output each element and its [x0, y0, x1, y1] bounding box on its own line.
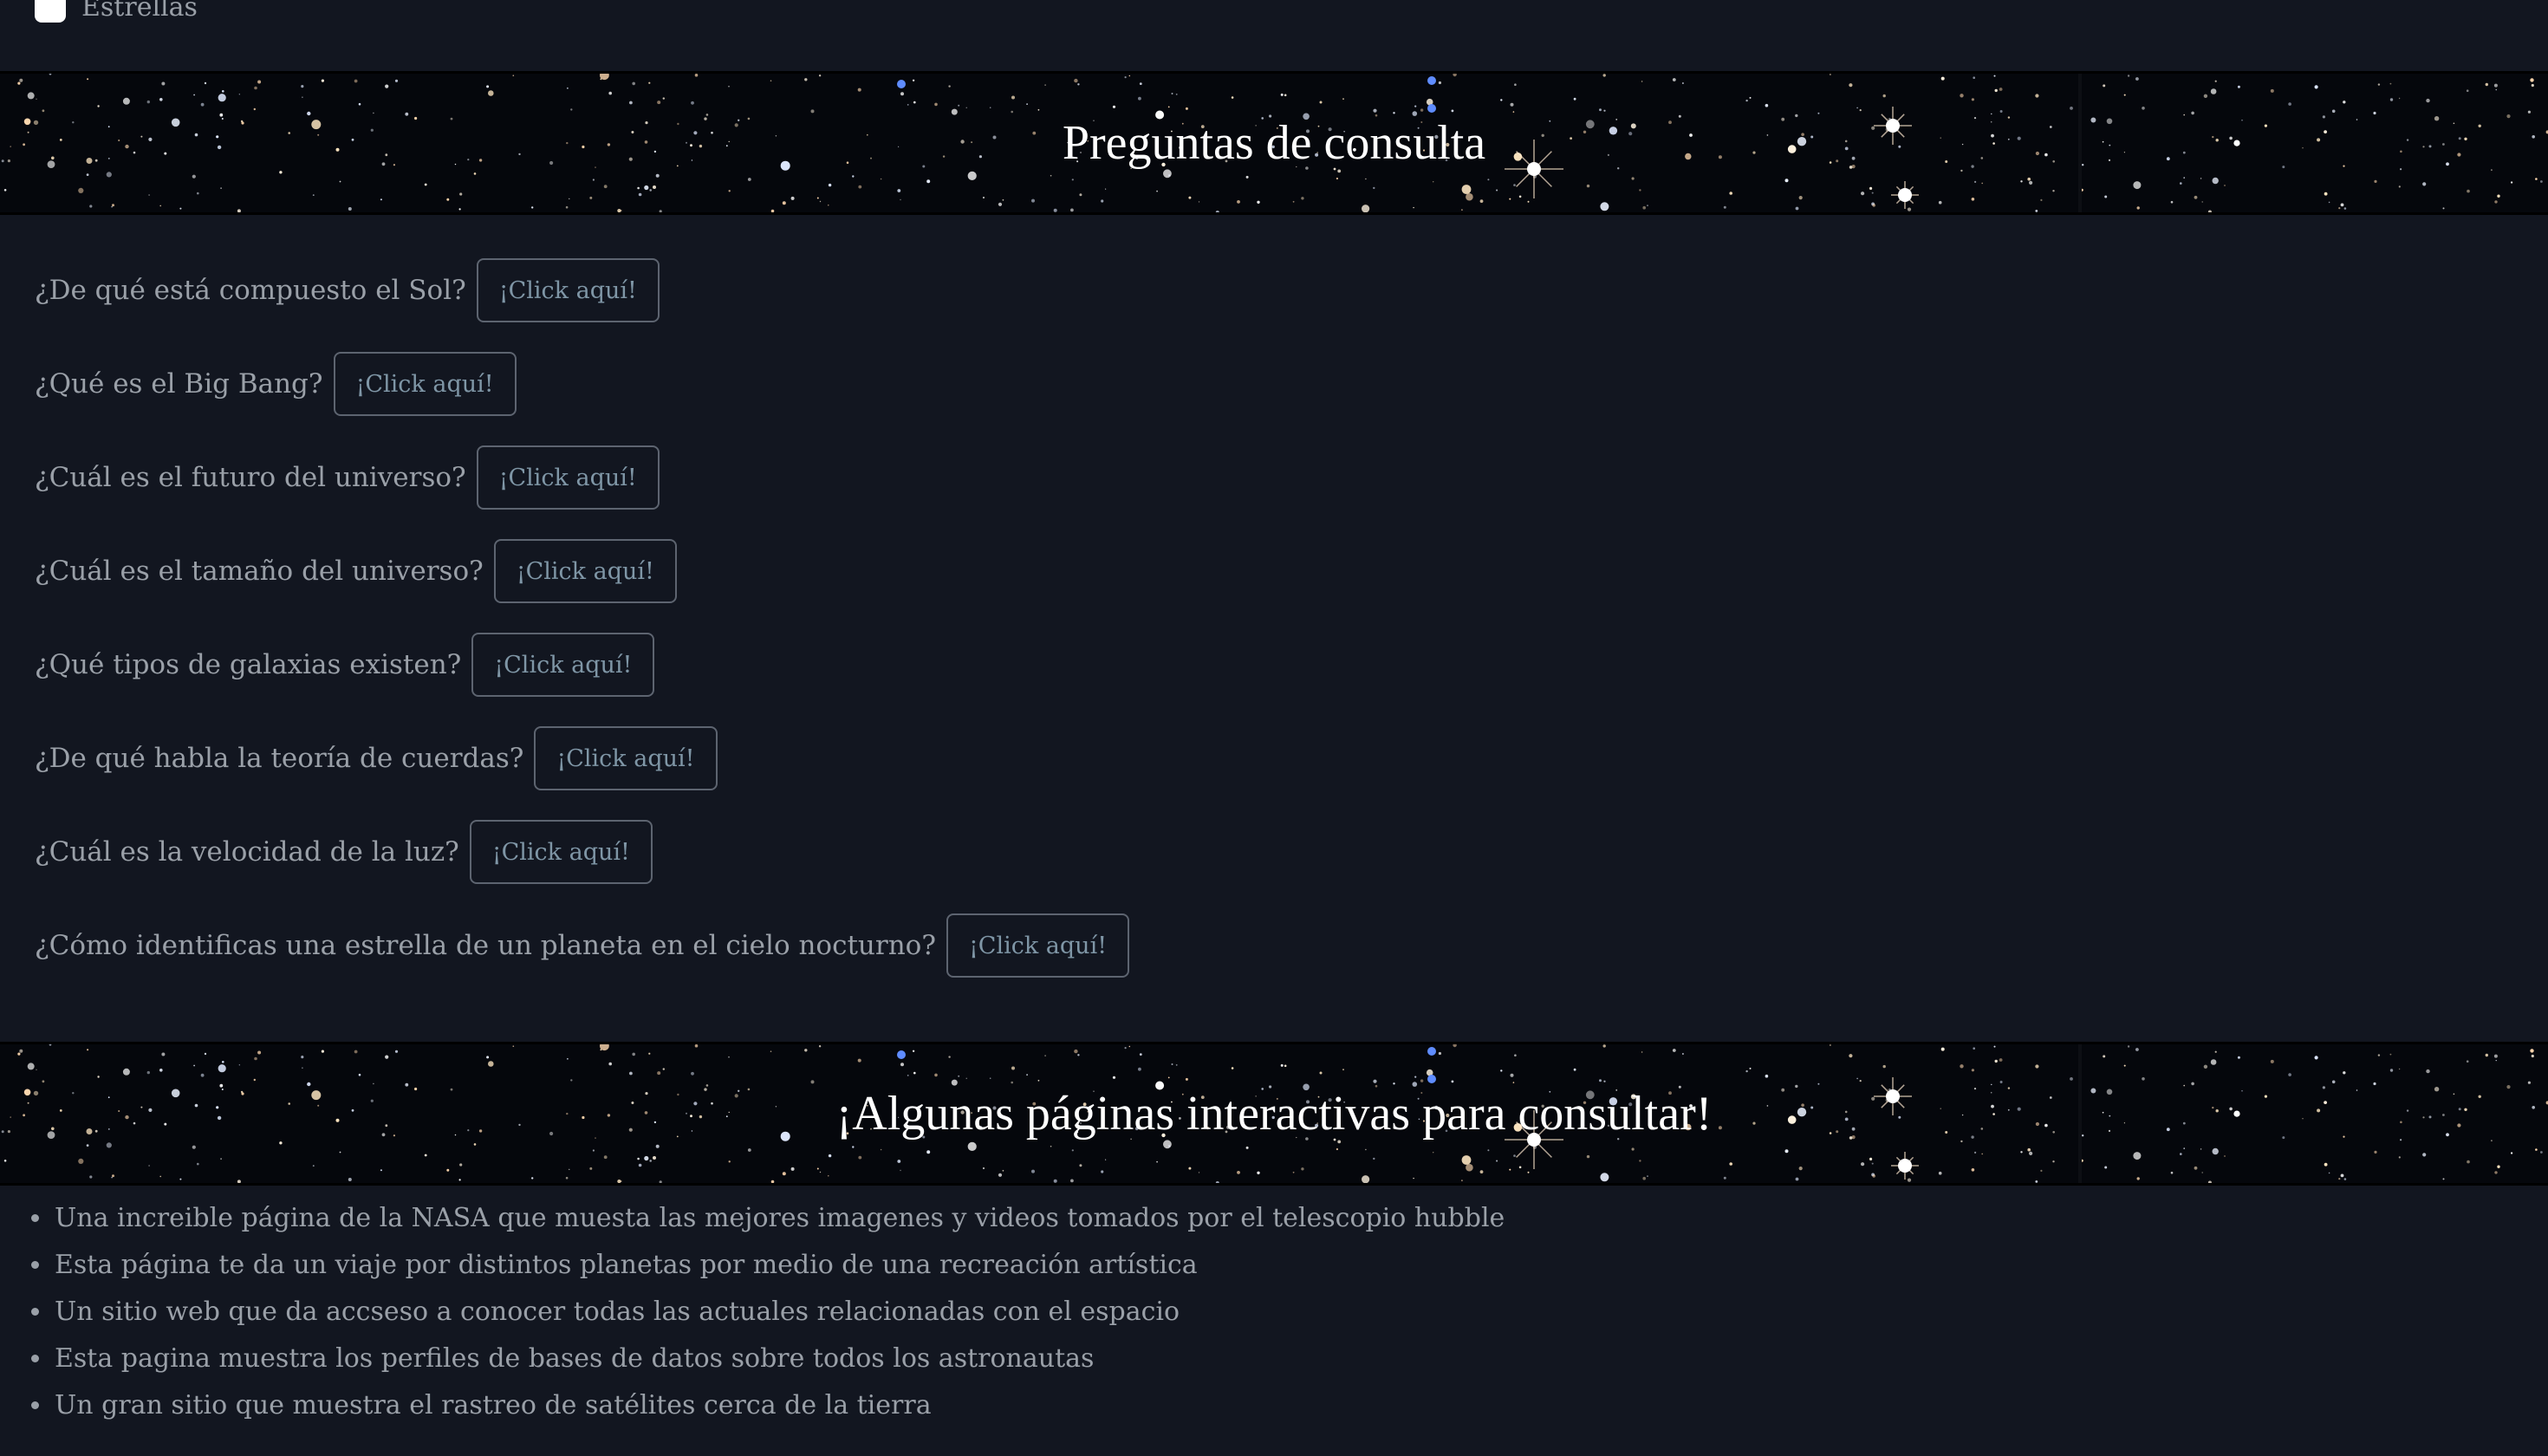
- link-item[interactable]: Esta pagina muestra los perfiles de base…: [31, 1335, 1505, 1381]
- link-item[interactable]: Una increible página de la NASA que mues…: [31, 1194, 1505, 1241]
- question-text: ¿De qué está compuesto el Sol?: [35, 275, 466, 306]
- questions-banner: Preguntas de consulta: [0, 71, 2548, 215]
- link-text[interactable]: Una increible página de la NASA que mues…: [55, 1203, 1505, 1233]
- questions-list: ¿De qué está compuesto el Sol? ¡Click aq…: [35, 257, 1130, 1005]
- question-text: ¿Cuál es el tamaño del universo?: [35, 556, 484, 587]
- question-row: ¿Cómo identificas una estrella de un pla…: [35, 912, 1130, 979]
- checkbox-icon[interactable]: [35, 0, 66, 23]
- click-here-button[interactable]: ¡Click aquí!: [333, 352, 517, 416]
- question-text: ¿De qué habla la teoría de cuerdas?: [35, 743, 524, 774]
- question-row: ¿Cuál es la velocidad de la luz? ¡Click …: [35, 818, 1129, 886]
- link-item[interactable]: Un sitio web que da accseso a conocer to…: [31, 1288, 1505, 1335]
- link-item[interactable]: Esta página te da un viaje por distintos…: [31, 1241, 1505, 1288]
- questions-section-title: Preguntas de consulta: [1062, 116, 1486, 170]
- question-text: ¿Cuál es el futuro del universo?: [35, 462, 466, 493]
- question-row: ¿Cuál es el tamaño del universo? ¡Click …: [35, 537, 1129, 605]
- question-row: ¿Qué es el Big Bang? ¡Click aquí!: [35, 350, 1129, 418]
- question-text: ¿Cuál es la velocidad de la luz?: [35, 836, 459, 868]
- bullet-icon: [31, 1213, 39, 1222]
- question-row: ¿Cuál es el futuro del universo? ¡Click …: [35, 444, 1129, 511]
- click-here-button[interactable]: ¡Click aquí!: [469, 820, 653, 884]
- click-here-button[interactable]: ¡Click aquí!: [471, 633, 655, 697]
- links-section-title: ¡Algunas páginas interactivas para consu…: [835, 1087, 1713, 1141]
- links-banner: ¡Algunas páginas interactivas para consu…: [0, 1042, 2548, 1186]
- stars-filter[interactable]: Estrellas: [35, 0, 198, 23]
- link-text[interactable]: Un sitio web que da accseso a conocer to…: [55, 1297, 1180, 1327]
- bullet-icon: [31, 1260, 39, 1269]
- click-here-button[interactable]: ¡Click aquí!: [534, 726, 718, 790]
- link-text[interactable]: Un gran sitio que muestra el rastreo de …: [55, 1390, 932, 1420]
- bullet-icon: [31, 1354, 39, 1362]
- click-here-button[interactable]: ¡Click aquí!: [946, 913, 1130, 978]
- question-text: ¿Qué es el Big Bang?: [35, 368, 323, 400]
- question-row: ¿De qué habla la teoría de cuerdas? ¡Cli…: [35, 725, 1129, 792]
- link-text[interactable]: Esta página te da un viaje por distintos…: [55, 1250, 1198, 1280]
- link-text[interactable]: Esta pagina muestra los perfiles de base…: [55, 1343, 1094, 1374]
- question-text: ¿Qué tipos de galaxias existen?: [35, 649, 462, 680]
- bullet-icon: [31, 1401, 39, 1409]
- click-here-button[interactable]: ¡Click aquí!: [476, 258, 660, 322]
- bullet-icon: [31, 1307, 39, 1316]
- click-here-button[interactable]: ¡Click aquí!: [493, 539, 677, 603]
- question-row: ¿De qué está compuesto el Sol? ¡Click aq…: [35, 257, 1129, 324]
- question-text: ¿Cómo identificas una estrella de un pla…: [35, 930, 936, 961]
- stars-filter-label: Estrellas: [81, 0, 198, 23]
- link-item[interactable]: Un gran sitio que muestra el rastreo de …: [31, 1381, 1505, 1428]
- click-here-button[interactable]: ¡Click aquí!: [476, 445, 660, 510]
- links-list: Una increible página de la NASA que mues…: [31, 1194, 1505, 1428]
- question-row: ¿Qué tipos de galaxias existen? ¡Click a…: [35, 631, 1129, 699]
